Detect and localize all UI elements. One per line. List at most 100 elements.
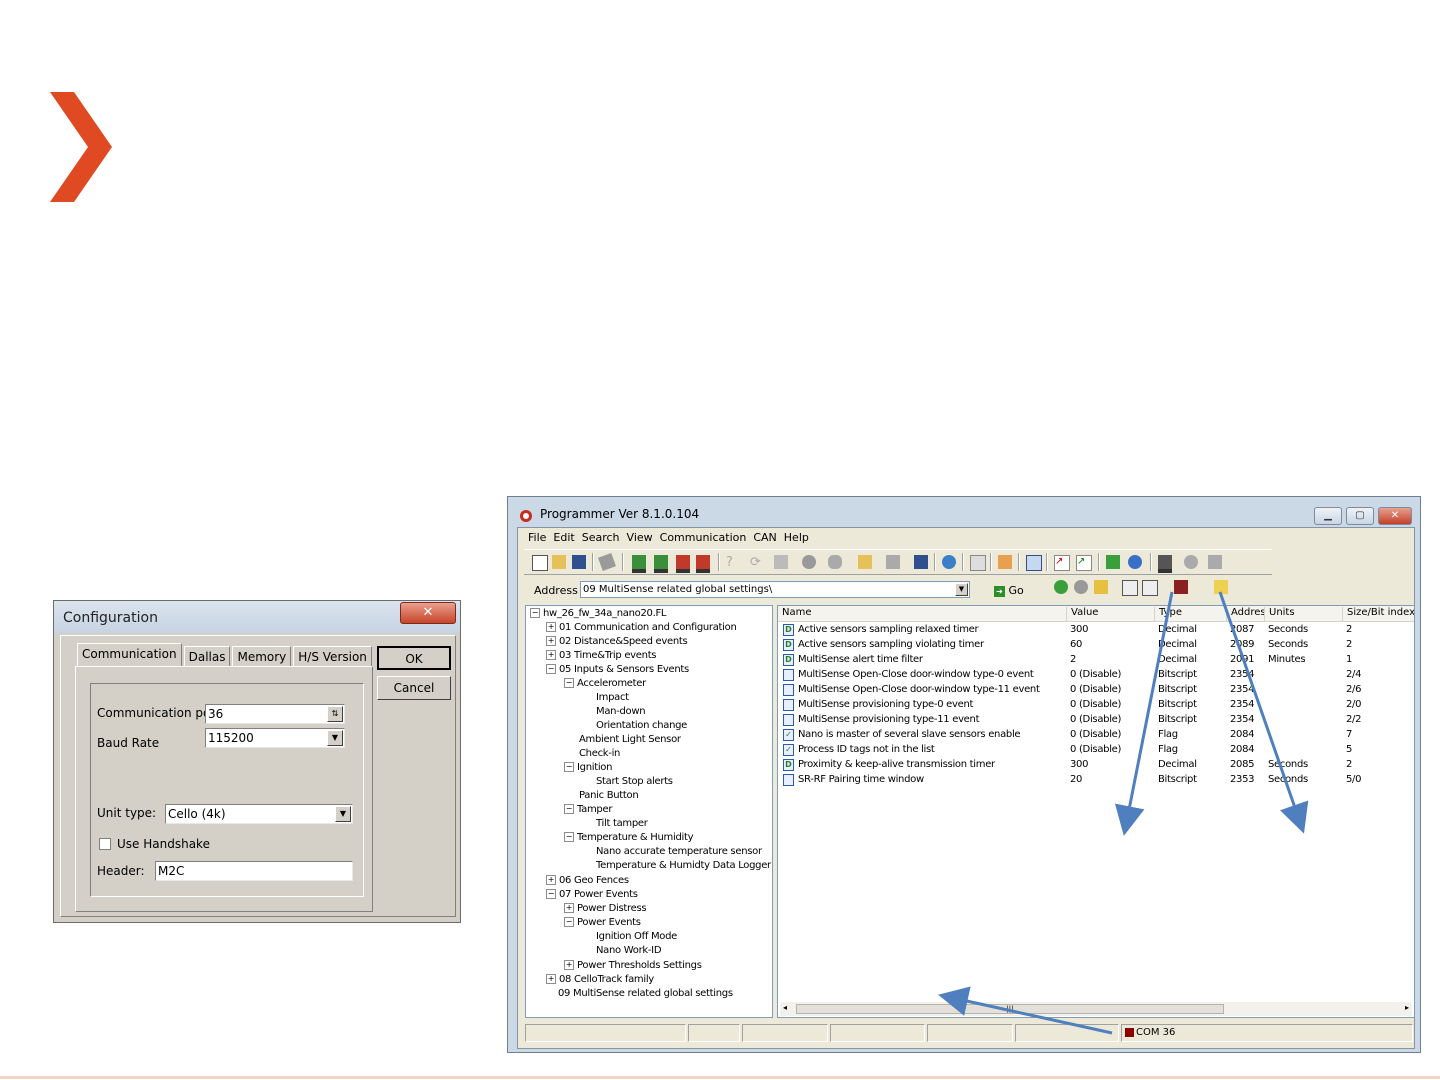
col-name[interactable]: Name (778, 607, 1066, 621)
horizontal-scrollbar[interactable]: ◂ ||| ▸ (780, 1002, 1412, 1016)
table-row[interactable]: ✓ Nano is master of several slave sensors… (778, 728, 1414, 743)
table-row[interactable]: MultiSense Open-Close door-window type-1… (778, 683, 1414, 698)
tree-item[interactable]: − Tamper (564, 804, 612, 815)
save-icon[interactable] (572, 555, 586, 569)
tree-item[interactable]: +03 Time&Trip events (546, 650, 657, 661)
col-address[interactable]: Address (1226, 607, 1264, 621)
upload-icon[interactable] (632, 555, 646, 573)
minimize-icon[interactable]: ▁ (1314, 507, 1342, 525)
tree-item[interactable]: 09 MultiSense related global settings (558, 988, 733, 999)
upload-all-icon[interactable] (654, 555, 668, 573)
cancel-button[interactable]: Cancel (377, 676, 451, 700)
open-folder-icon[interactable] (552, 555, 566, 569)
comm-port-spinner[interactable]: 36 ⇅ (205, 704, 345, 724)
tree-item[interactable]: +01 Communication and Configuration (546, 622, 737, 633)
spinner-arrows-icon[interactable]: ⇅ (327, 706, 343, 722)
tree-item[interactable]: Man-down (596, 706, 646, 717)
chevron-down-icon[interactable]: ▼ (327, 730, 343, 746)
globe-icon[interactable] (942, 555, 956, 569)
tree-item[interactable]: − Power Events (564, 917, 641, 928)
forward-icon[interactable] (1074, 580, 1088, 594)
table-row[interactable]: D Active sensors sampling relaxed timer 30… (778, 623, 1414, 638)
close-icon[interactable]: ✕ (1378, 507, 1412, 525)
excel-icon[interactable] (1106, 555, 1120, 569)
list-view-icon[interactable] (1122, 580, 1138, 596)
address-combobox[interactable]: 09 MultiSense related global settings\ ▼ (580, 581, 970, 598)
tab-communication[interactable]: Communication (77, 643, 182, 667)
heart-icon[interactable] (828, 555, 842, 569)
tree-item[interactable]: − Ignition (564, 762, 612, 773)
lock-icon[interactable] (858, 555, 872, 569)
tab-hs-version[interactable]: H/S Version (293, 646, 372, 667)
table-row[interactable]: SR-RF Pairing time window 20 Bitscript 2353… (778, 773, 1414, 788)
tree-item[interactable]: Check-in (579, 748, 620, 759)
col-size[interactable]: Size/Bit index (1342, 607, 1414, 621)
monitor-icon[interactable] (914, 555, 928, 569)
dialog-title-bar[interactable]: Configuration ✕ (54, 601, 460, 633)
boot-icon[interactable] (886, 555, 900, 569)
table-row[interactable]: ✓ Process ID tags not in the list 0 (Disab… (778, 743, 1414, 758)
menu-communication[interactable]: Communication (660, 531, 747, 544)
window-icon[interactable] (970, 555, 986, 571)
tree-item[interactable]: Impact (596, 692, 629, 703)
tab-dallas[interactable]: Dallas (183, 646, 231, 667)
download-all-icon[interactable] (696, 555, 710, 573)
tree-item[interactable]: Nano accurate temperature sensor (596, 846, 762, 857)
device-icon[interactable] (1158, 555, 1172, 573)
tree-item[interactable]: −05 Inputs & Sensors Events (546, 664, 689, 675)
help-icon[interactable]: ? (726, 555, 740, 570)
tree-item[interactable]: − Temperature & Humidity (564, 832, 694, 843)
detail-view-icon[interactable] (1142, 580, 1158, 596)
menu-view[interactable]: View (627, 531, 653, 544)
scroll-right-icon[interactable]: ▸ (1405, 1003, 1409, 1012)
back-icon[interactable] (1054, 580, 1068, 594)
tree-item[interactable]: + Power Thresholds Settings (564, 960, 702, 971)
tree-item[interactable]: Ignition Off Mode (596, 931, 677, 942)
stop-icon[interactable] (1184, 555, 1198, 569)
chart-compare-icon[interactable]: ↗ (1076, 555, 1092, 571)
menu-file[interactable]: File (528, 531, 546, 544)
menu-search[interactable]: Search (582, 531, 620, 544)
tree-item[interactable]: −07 Power Events (546, 889, 638, 900)
maximize-icon[interactable]: ▢ (1346, 507, 1374, 525)
refresh-icon[interactable]: ⟳ (750, 555, 764, 570)
tools-icon[interactable] (1174, 580, 1188, 594)
clock-icon[interactable] (998, 555, 1012, 569)
tree-item[interactable]: − Accelerometer (564, 678, 646, 689)
col-units[interactable]: Units (1264, 607, 1342, 621)
chip-icon[interactable] (598, 553, 616, 571)
chevron-down-icon[interactable]: ▼ (955, 583, 968, 596)
info-icon[interactable] (1128, 555, 1142, 569)
scroll-left-icon[interactable]: ◂ (783, 1003, 787, 1012)
ok-button[interactable]: OK (377, 646, 451, 670)
tab-memory[interactable]: Memory (232, 646, 292, 667)
tree-item[interactable]: Temperature & Humidty Data Logger (596, 860, 771, 871)
table-row[interactable]: MultiSense provisioning type-0 event 0 (D… (778, 698, 1414, 713)
table-row[interactable]: MultiSense provisioning type-11 event 0 (… (778, 713, 1414, 728)
chart-icon[interactable]: ↗ (1054, 555, 1070, 571)
tree-item[interactable]: +02 Distance&Speed events (546, 636, 688, 647)
go-button[interactable]: ➔ Go (994, 584, 1024, 597)
grid-icon[interactable] (1026, 555, 1042, 571)
col-type[interactable]: Type (1154, 607, 1226, 621)
chevron-down-icon[interactable]: ▼ (335, 806, 351, 822)
shield-icon[interactable] (1208, 555, 1222, 569)
table-row[interactable]: MultiSense Open-Close door-window type-0… (778, 668, 1414, 683)
download-icon[interactable] (676, 555, 690, 573)
folder-star-icon[interactable] (1214, 580, 1228, 594)
tree-item[interactable]: Orientation change (596, 720, 687, 731)
handshake-checkbox[interactable] (99, 838, 111, 850)
col-m[interactable]: M (1414, 607, 1415, 621)
tree-item[interactable]: Start Stop alerts (596, 776, 673, 787)
tree-item[interactable]: + Power Distress (564, 903, 647, 914)
tree-item[interactable]: +06 Geo Fences (546, 875, 629, 886)
record-icon[interactable] (802, 555, 816, 569)
table-row[interactable]: D MultiSense alert time filter 2 Decimal 209… (778, 653, 1414, 668)
table-row[interactable]: D Active sensors sampling violating timer… (778, 638, 1414, 653)
tree-item[interactable]: Tilt tamper (596, 818, 648, 829)
table-row[interactable]: D Proximity & keep-alive transmission tim… (778, 758, 1414, 773)
menu-edit[interactable]: Edit (553, 531, 574, 544)
tree-item[interactable]: Panic Button (579, 790, 639, 801)
up-folder-icon[interactable] (1094, 580, 1108, 594)
unit-type-select[interactable]: Cello (4k) ▼ (165, 804, 353, 824)
